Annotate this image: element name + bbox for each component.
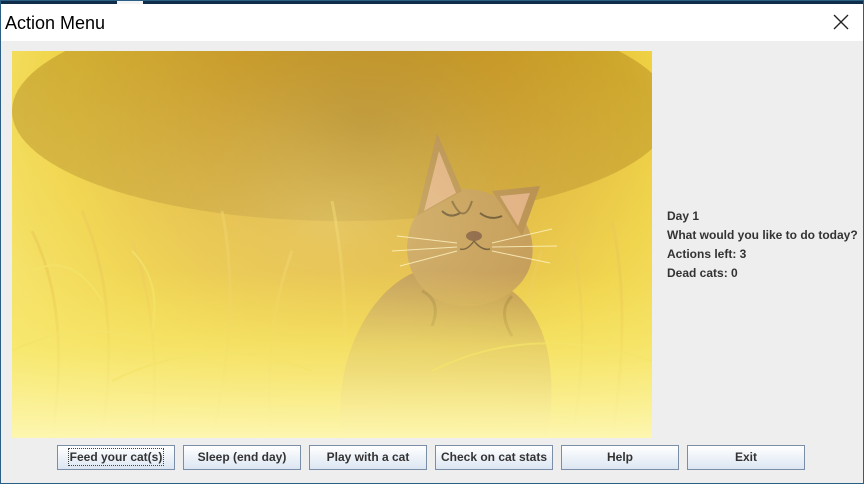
exit-button[interactable]: Exit <box>687 445 805 470</box>
check-stats-label: Check on cat stats <box>440 450 548 464</box>
title-bar[interactable]: Action Menu <box>1 4 863 41</box>
cat-photo <box>12 51 652 438</box>
day-label: Day 1 <box>667 209 700 223</box>
help-button[interactable]: Help <box>561 445 679 470</box>
window-title: Action Menu <box>5 13 106 33</box>
close-icon <box>833 14 849 30</box>
help-label: Help <box>606 450 633 464</box>
play-label: Play with a cat <box>326 450 410 464</box>
play-button[interactable]: Play with a cat <box>309 445 427 470</box>
action-menu-window: Action Menu Day 1 What would you like to… <box>0 0 864 484</box>
sleep-label: Sleep (end day) <box>197 450 287 464</box>
exit-label: Exit <box>734 450 757 464</box>
dead-cats-label: Dead cats: 0 <box>667 266 738 280</box>
close-button[interactable] <box>817 4 863 41</box>
feed-cats-button[interactable]: Feed your cat(s) <box>57 445 175 470</box>
question-label: What would you like to do today? <box>667 228 858 242</box>
actions-left-label: Actions left: 3 <box>667 247 747 261</box>
status-panel: Day 1 What would you like to do today? A… <box>667 208 858 284</box>
sleep-button[interactable]: Sleep (end day) <box>183 445 301 470</box>
feed-cats-label: Feed your cat(s) <box>67 448 165 466</box>
check-stats-button[interactable]: Check on cat stats <box>435 445 553 470</box>
